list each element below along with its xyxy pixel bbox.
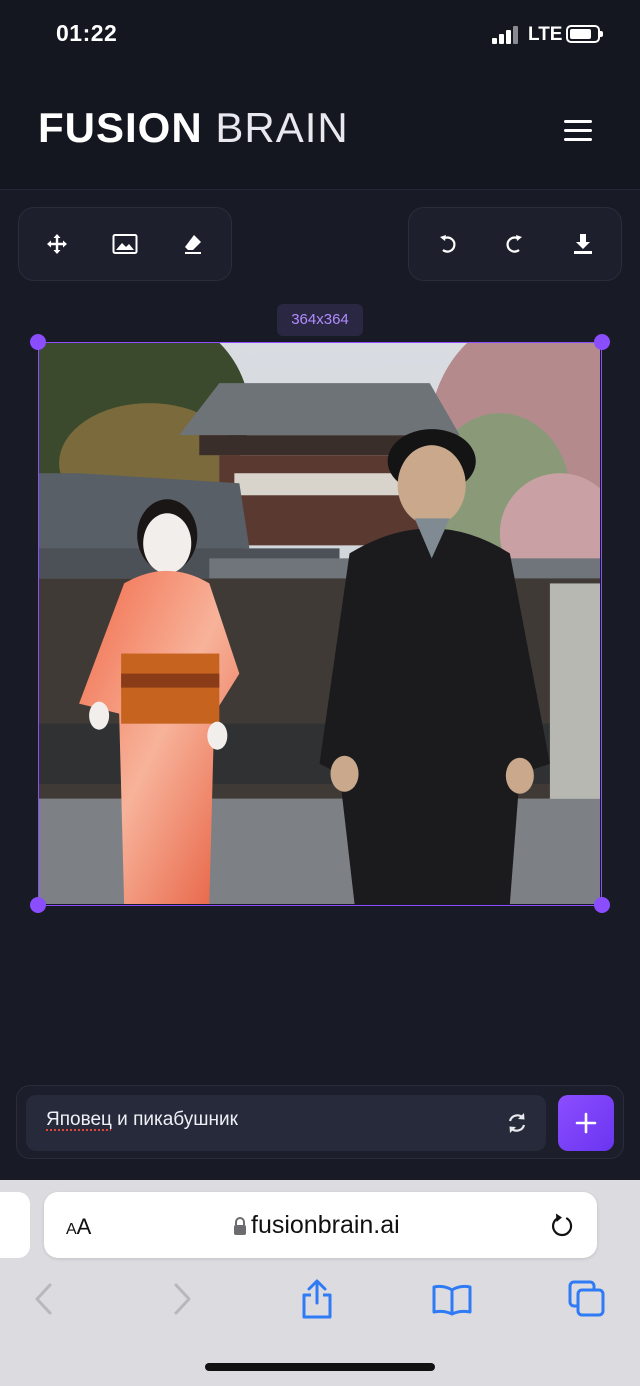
resize-handle-top-left[interactable]	[30, 334, 46, 350]
add-button[interactable]	[558, 1095, 614, 1151]
hamburger-menu-icon[interactable]	[560, 116, 596, 146]
tabs-icon[interactable]	[568, 1280, 606, 1318]
brand-name-light: BRAIN	[215, 104, 349, 151]
text-size-small-a: A	[66, 1221, 77, 1238]
status-time: 01:22	[56, 20, 118, 46]
toolbar-history	[408, 207, 622, 281]
generated-photo	[39, 343, 601, 904]
download-icon	[574, 234, 592, 254]
signal-icon	[492, 26, 520, 44]
url-text[interactable]: fusionbrain.ai	[251, 1211, 400, 1240]
prompt-misspelled-word: Яповец	[46, 1109, 112, 1130]
lock-icon	[234, 1217, 246, 1235]
prompt-text-rest: и пикабушник	[111, 1109, 238, 1130]
brand-name-bold: FUSION	[38, 104, 203, 151]
previous-tab-preview[interactable]	[0, 1192, 30, 1258]
reload-icon[interactable]	[549, 1212, 575, 1240]
move-icon	[47, 234, 67, 254]
forward-icon[interactable]	[170, 1282, 194, 1316]
undo-button[interactable]	[413, 208, 481, 280]
resize-handle-top-right[interactable]	[594, 334, 610, 350]
resize-handle-bottom-right[interactable]	[594, 897, 610, 913]
plus-icon	[575, 1112, 597, 1134]
toolbar-tools	[18, 207, 232, 281]
image-icon	[112, 234, 138, 254]
prompt-text[interactable]: Яповец и пикабушник	[46, 1109, 238, 1131]
generated-image[interactable]	[38, 342, 602, 906]
redo-icon	[506, 235, 522, 253]
text-size-large-a: A	[76, 1214, 92, 1239]
resize-handle-bottom-left[interactable]	[30, 897, 46, 913]
share-icon[interactable]	[300, 1278, 334, 1320]
back-icon[interactable]	[32, 1282, 56, 1316]
network-label: LTE	[528, 24, 563, 45]
bookmarks-icon[interactable]	[431, 1283, 473, 1317]
battery-icon	[566, 25, 603, 43]
brand-logo[interactable]: FUSION BRAIN	[38, 104, 349, 152]
canvas-size-badge: 364x364	[277, 304, 363, 336]
refresh-icon[interactable]	[504, 1110, 530, 1136]
eraser-tool-button[interactable]	[159, 208, 227, 280]
redo-button[interactable]	[481, 208, 549, 280]
download-button[interactable]	[549, 208, 617, 280]
move-tool-button[interactable]	[23, 208, 91, 280]
image-tool-button[interactable]	[91, 208, 159, 280]
home-indicator	[205, 1363, 435, 1371]
eraser-icon	[185, 235, 201, 254]
undo-icon	[440, 235, 456, 253]
text-size-button[interactable]: AA	[66, 1214, 91, 1240]
